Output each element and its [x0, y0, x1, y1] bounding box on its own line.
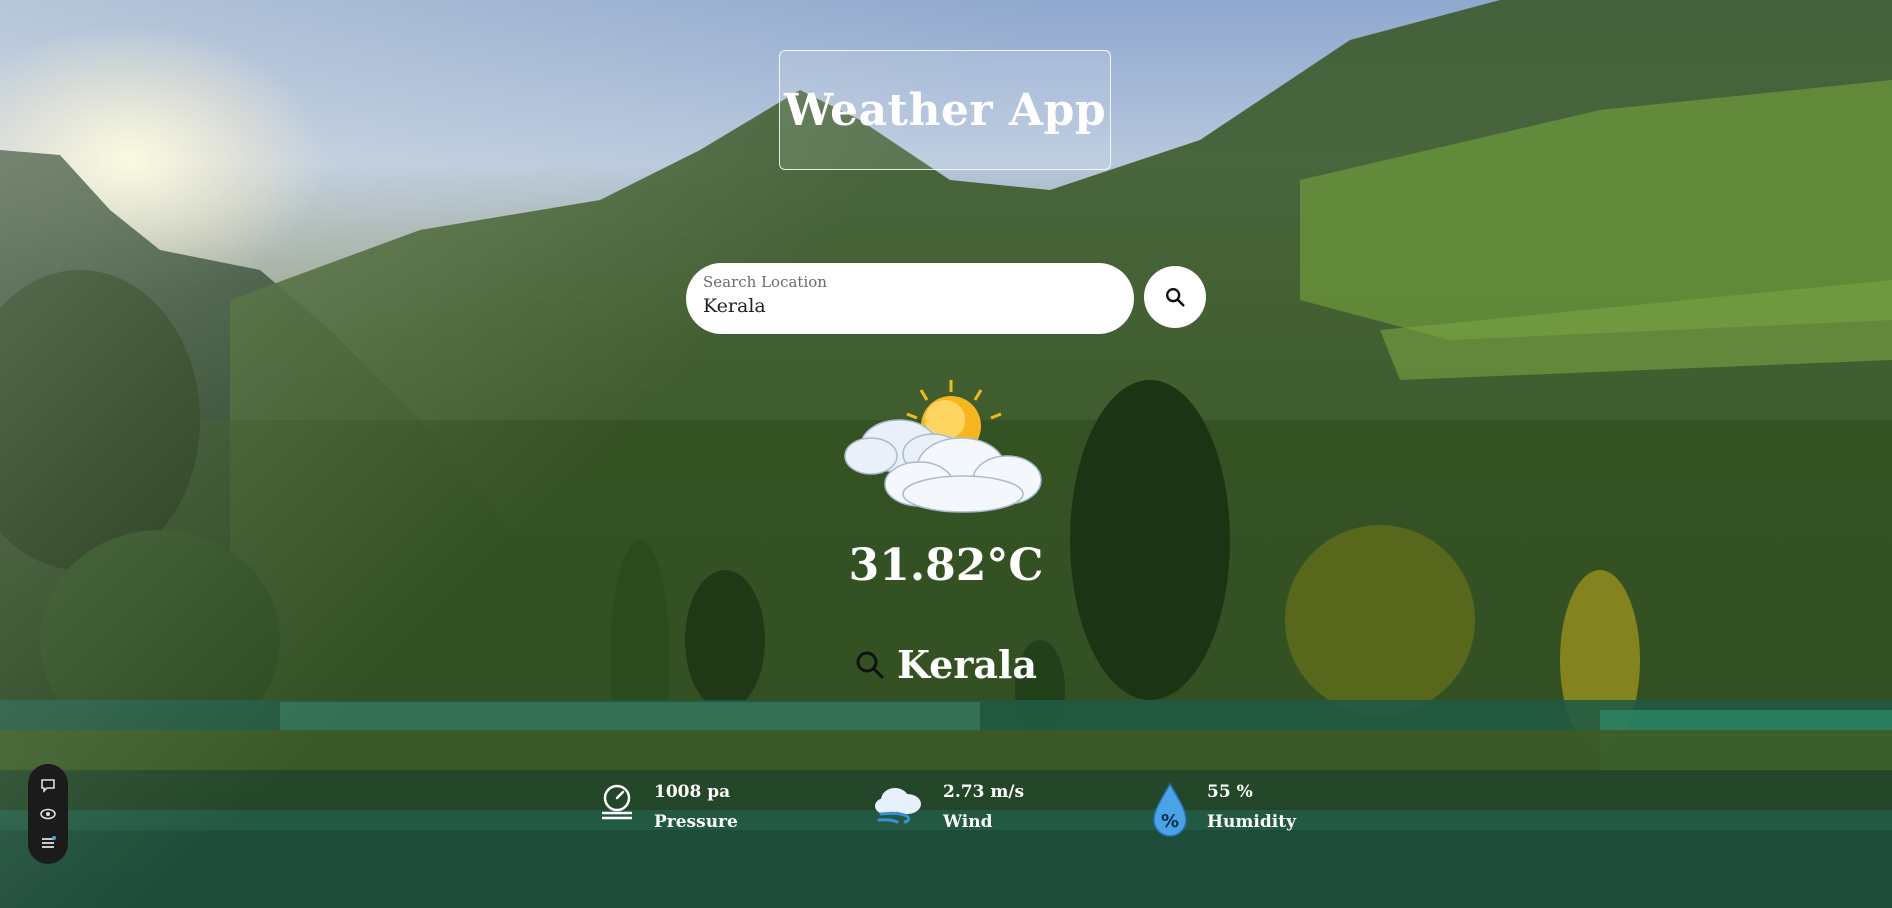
eye-icon[interactable] — [39, 805, 57, 823]
chat-icon[interactable] — [39, 776, 57, 794]
humidity-value: 55 % — [1207, 782, 1253, 802]
pressure-stat: 1008 pa Pressure — [598, 782, 738, 832]
partly-cloudy-sun-icon — [844, 380, 1042, 513]
city-name: Kerala — [896, 642, 1038, 687]
search-icon — [856, 651, 884, 678]
wind-label: Wind — [943, 812, 993, 832]
app-title-box: Weather App — [779, 50, 1111, 170]
search-input[interactable] — [703, 295, 1117, 317]
search-label: Search Location — [703, 273, 827, 291]
search-button[interactable] — [1144, 266, 1206, 328]
search-field[interactable]: Search Location — [686, 263, 1134, 334]
humidity-stat: % 55 % Humidity — [1151, 782, 1296, 838]
menu-icon[interactable] — [39, 834, 57, 852]
side-toolbar — [28, 764, 68, 864]
humidity-label: Humidity — [1207, 812, 1296, 832]
search-icon — [1166, 288, 1185, 307]
windy-cloud-icon — [875, 788, 921, 824]
gauge-icon — [602, 784, 632, 820]
temperature: 31.82°C — [848, 540, 1044, 591]
water-drop-percent-icon: % — [1153, 782, 1187, 837]
city-row: Kerala — [0, 642, 1892, 687]
pressure-value: 1008 pa — [654, 782, 731, 802]
app-title: Weather App — [783, 84, 1107, 136]
wind-value: 2.73 m/s — [943, 782, 1025, 802]
svg-text:%: % — [1161, 811, 1179, 832]
pressure-label: Pressure — [654, 812, 738, 832]
wind-stat: 2.73 m/s Wind — [871, 782, 1024, 832]
